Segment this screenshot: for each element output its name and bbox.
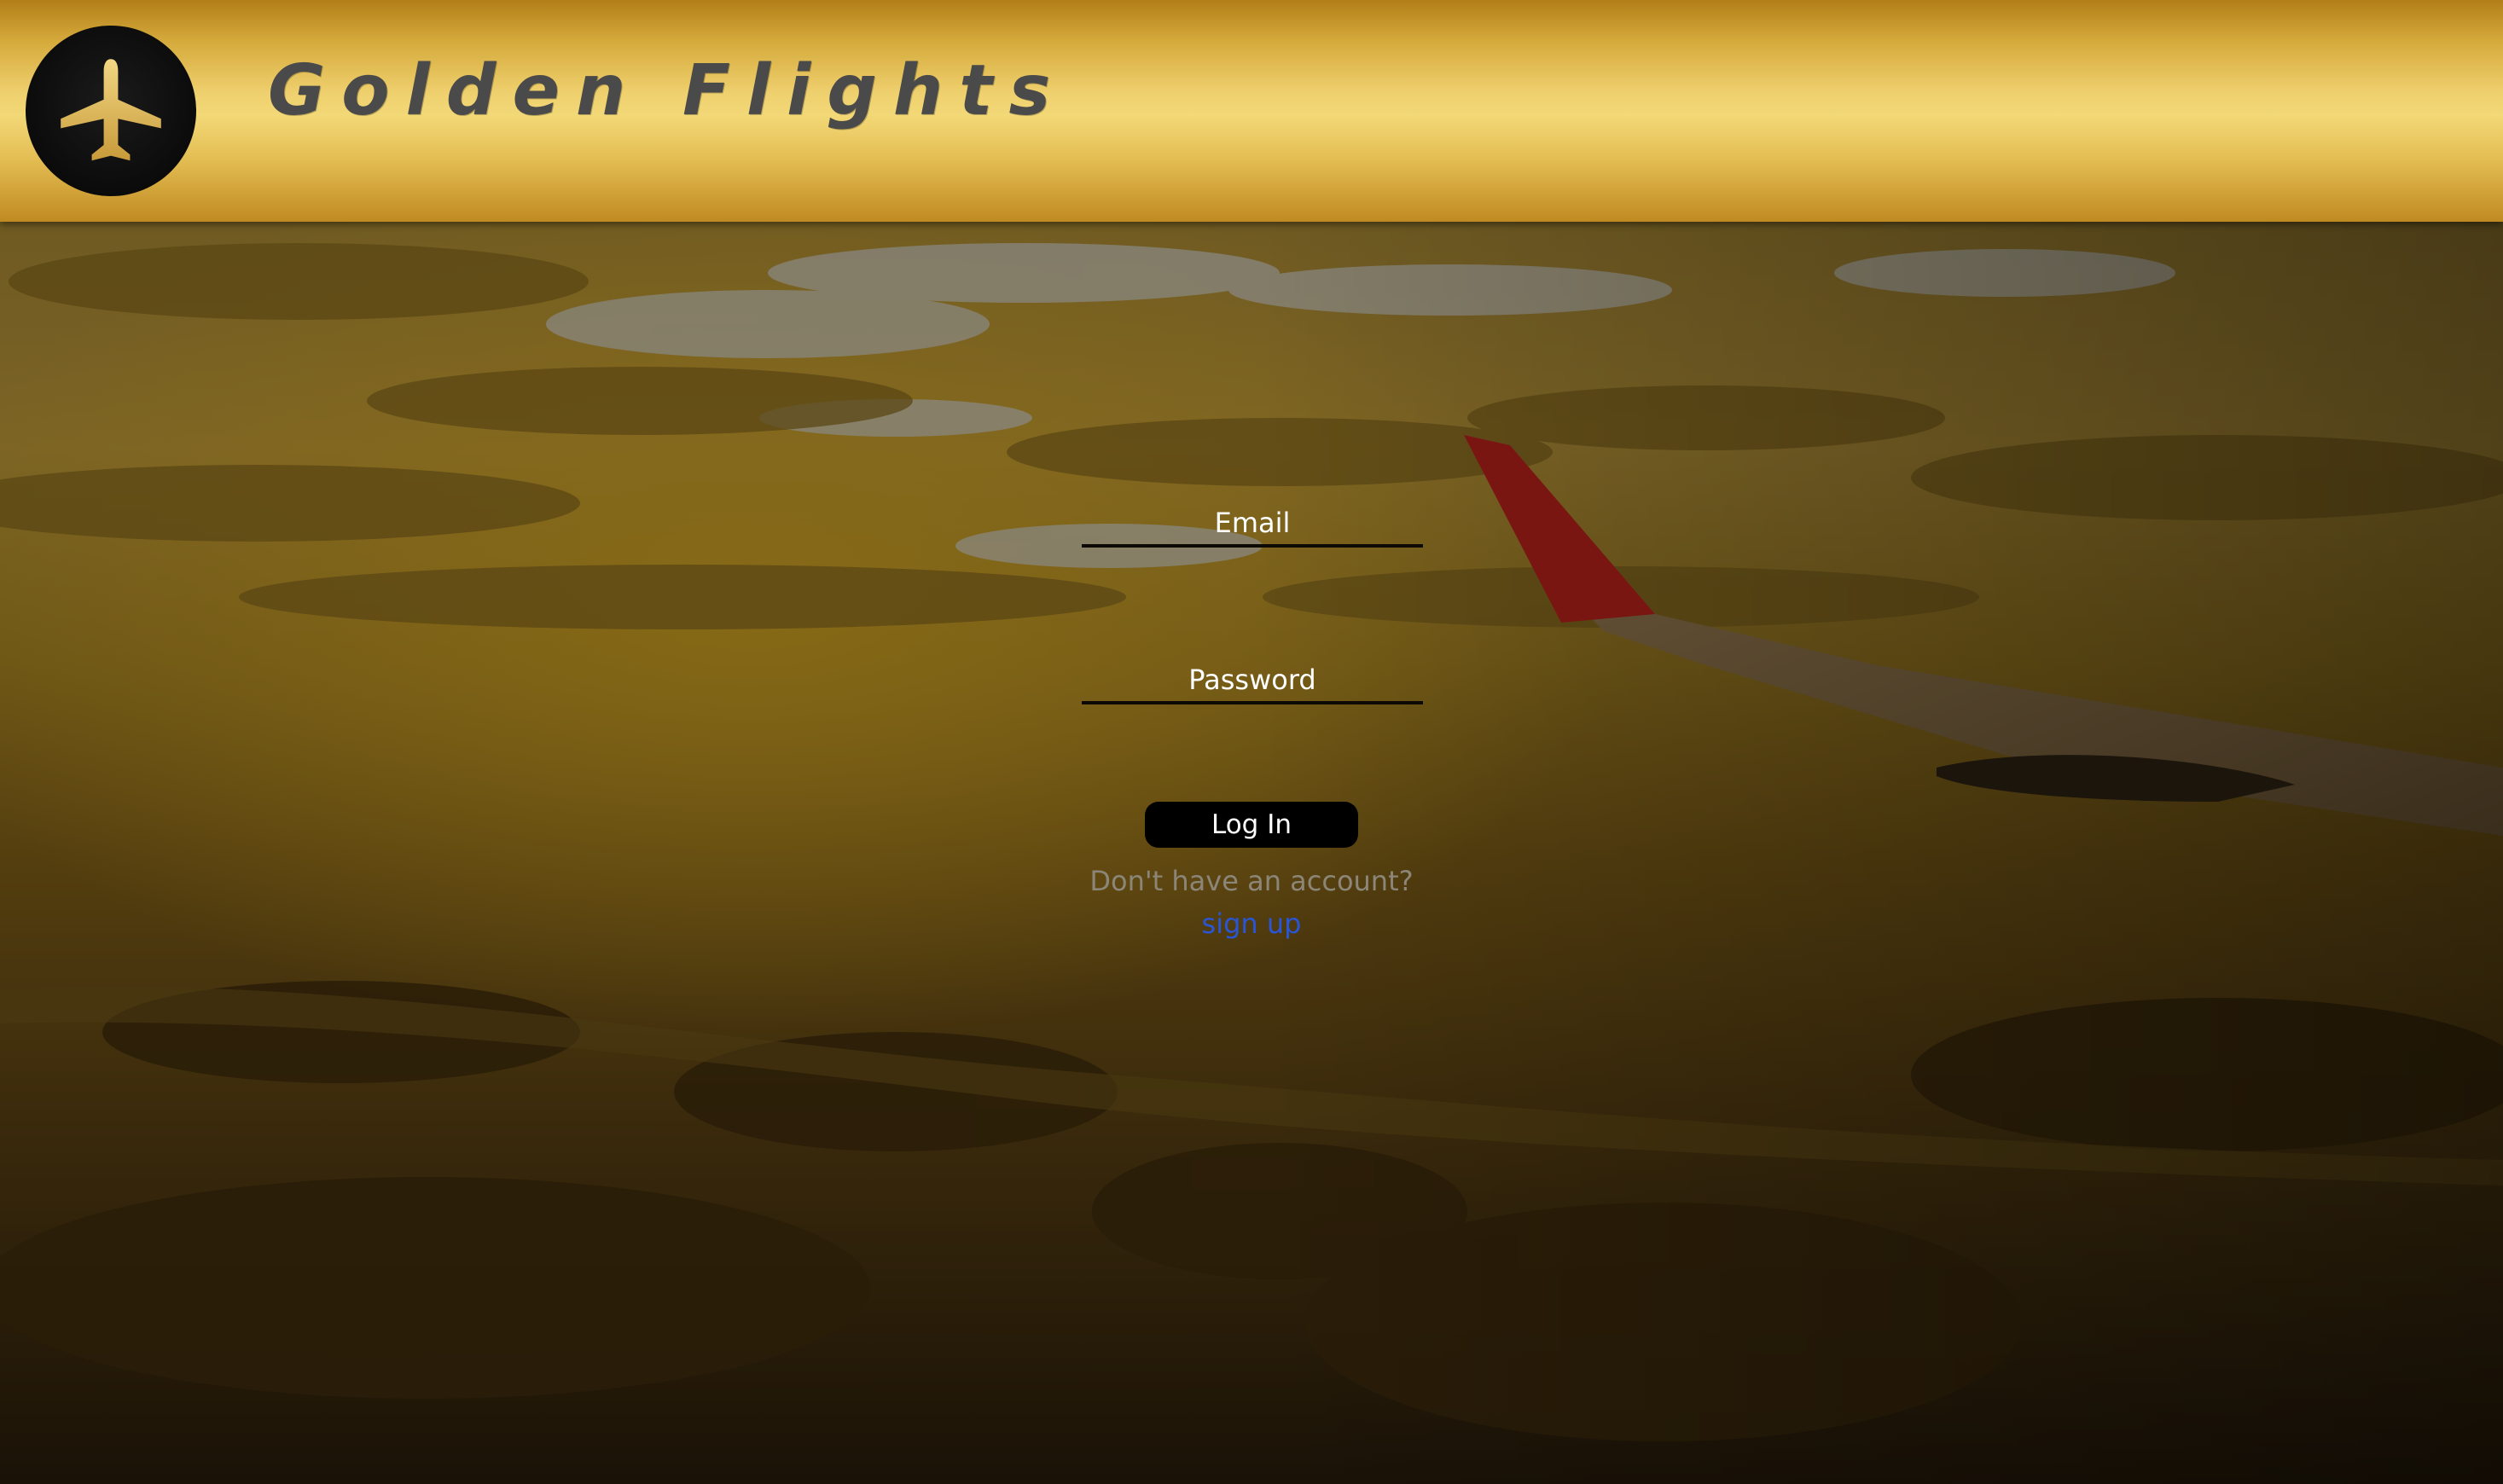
login-form: Log In Don't have an account? sign up: [0, 0, 2503, 1484]
logo-badge[interactable]: [26, 26, 196, 196]
airplane-icon: [51, 49, 171, 172]
header-bar: Golden Flights: [0, 0, 2503, 222]
login-button[interactable]: Log In: [1145, 802, 1358, 848]
no-account-prompt: Don't have an account?: [1089, 865, 1414, 897]
brand-title: Golden Flights: [268, 50, 1067, 131]
password-field-container: [1082, 660, 1423, 704]
password-field[interactable]: [1082, 664, 1423, 701]
signup-link[interactable]: sign up: [996, 907, 1507, 940]
email-field-container: [1082, 503, 1423, 548]
email-field[interactable]: [1082, 507, 1423, 544]
